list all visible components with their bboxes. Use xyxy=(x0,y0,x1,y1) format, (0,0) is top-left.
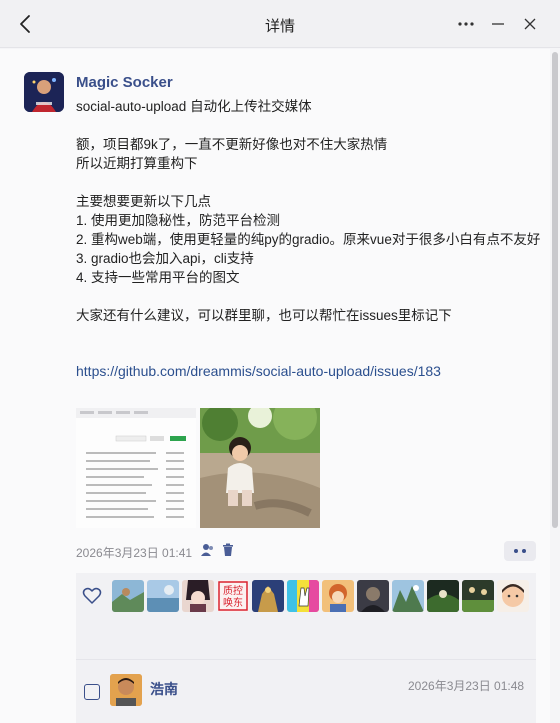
minimize-icon[interactable] xyxy=(486,12,510,36)
commenter-name[interactable]: 浩南 xyxy=(150,679,178,699)
liker-avatar[interactable] xyxy=(392,580,424,612)
liker-avatar[interactable] xyxy=(427,580,459,612)
more-menu-icon[interactable] xyxy=(454,12,478,36)
post-line: 所以近期打算重构下 xyxy=(76,156,198,171)
liker-avatar[interactable] xyxy=(497,580,529,612)
post-text: social-auto-upload 自动化上传社交媒体额，项目都9k了，一直不… xyxy=(76,97,546,325)
post-detail: Magic Socker social-auto-upload 自动化上传社交媒… xyxy=(0,49,550,723)
post-line: 大家还有什么建议，可以群里聊，也可以帮忙在issues里标记下 xyxy=(76,308,452,323)
dots-icon xyxy=(514,549,526,553)
liker-avatar[interactable] xyxy=(287,580,319,612)
liker-avatar[interactable] xyxy=(147,580,179,612)
liker-avatar-text[interactable]: 质控 唤东 xyxy=(217,580,249,612)
post-line: 2. 重构web端，使用更轻量的纯py的gradio。原来vue对于很多小白有点… xyxy=(76,232,541,247)
post-line: 1. 使用更加隐秘性，防范平台检测 xyxy=(76,213,281,228)
comment-select-checkbox[interactable] xyxy=(84,684,100,700)
author-name[interactable]: Magic Socker xyxy=(76,74,173,91)
like-heart-icon[interactable] xyxy=(82,586,102,606)
post-blank-line xyxy=(76,173,546,192)
liker-avatar[interactable] xyxy=(322,580,354,612)
commenter-avatar[interactable] xyxy=(110,674,142,706)
post-actions-button[interactable] xyxy=(504,541,536,561)
post-blank-line xyxy=(76,287,546,306)
post-blank-line xyxy=(76,116,546,135)
comment-timestamp: 2026年3月23日 01:48 xyxy=(408,679,525,693)
author-avatar[interactable] xyxy=(24,72,64,112)
post-image-screenshot[interactable] xyxy=(76,408,196,528)
post-line: 3. gradio也会加入api，cli支持 xyxy=(76,251,254,266)
post-timestamp: 2026年3月23日 01:41 xyxy=(76,546,193,560)
scrollbar-thumb[interactable] xyxy=(552,52,558,528)
liker-avatar[interactable] xyxy=(462,580,494,612)
avatar-stamp-text: 唤东 xyxy=(223,596,243,609)
post-link[interactable]: https://github.com/dreammis/social-auto-… xyxy=(76,363,441,379)
title-bar: 详情 xyxy=(0,0,560,48)
visibility-users-icon[interactable] xyxy=(200,543,214,557)
close-icon[interactable] xyxy=(518,12,542,36)
post-line: social-auto-upload 自动化上传社交媒体 xyxy=(76,99,312,114)
liker-avatar[interactable] xyxy=(357,580,389,612)
post-line: 主要想要更新以下几点 xyxy=(76,194,211,209)
post-line: 4. 支持一些常用平台的图文 xyxy=(76,270,240,285)
avatar-stamp-text: 质控 xyxy=(223,584,243,597)
post-image-child-photo[interactable] xyxy=(200,408,320,528)
liker-avatar[interactable] xyxy=(112,580,144,612)
liker-avatar[interactable] xyxy=(182,580,214,612)
post-line: 额，项目都9k了，一直不更新好像也对不住大家热情 xyxy=(76,137,388,152)
liker-avatar[interactable] xyxy=(252,580,284,612)
delete-trash-icon[interactable] xyxy=(221,543,235,557)
